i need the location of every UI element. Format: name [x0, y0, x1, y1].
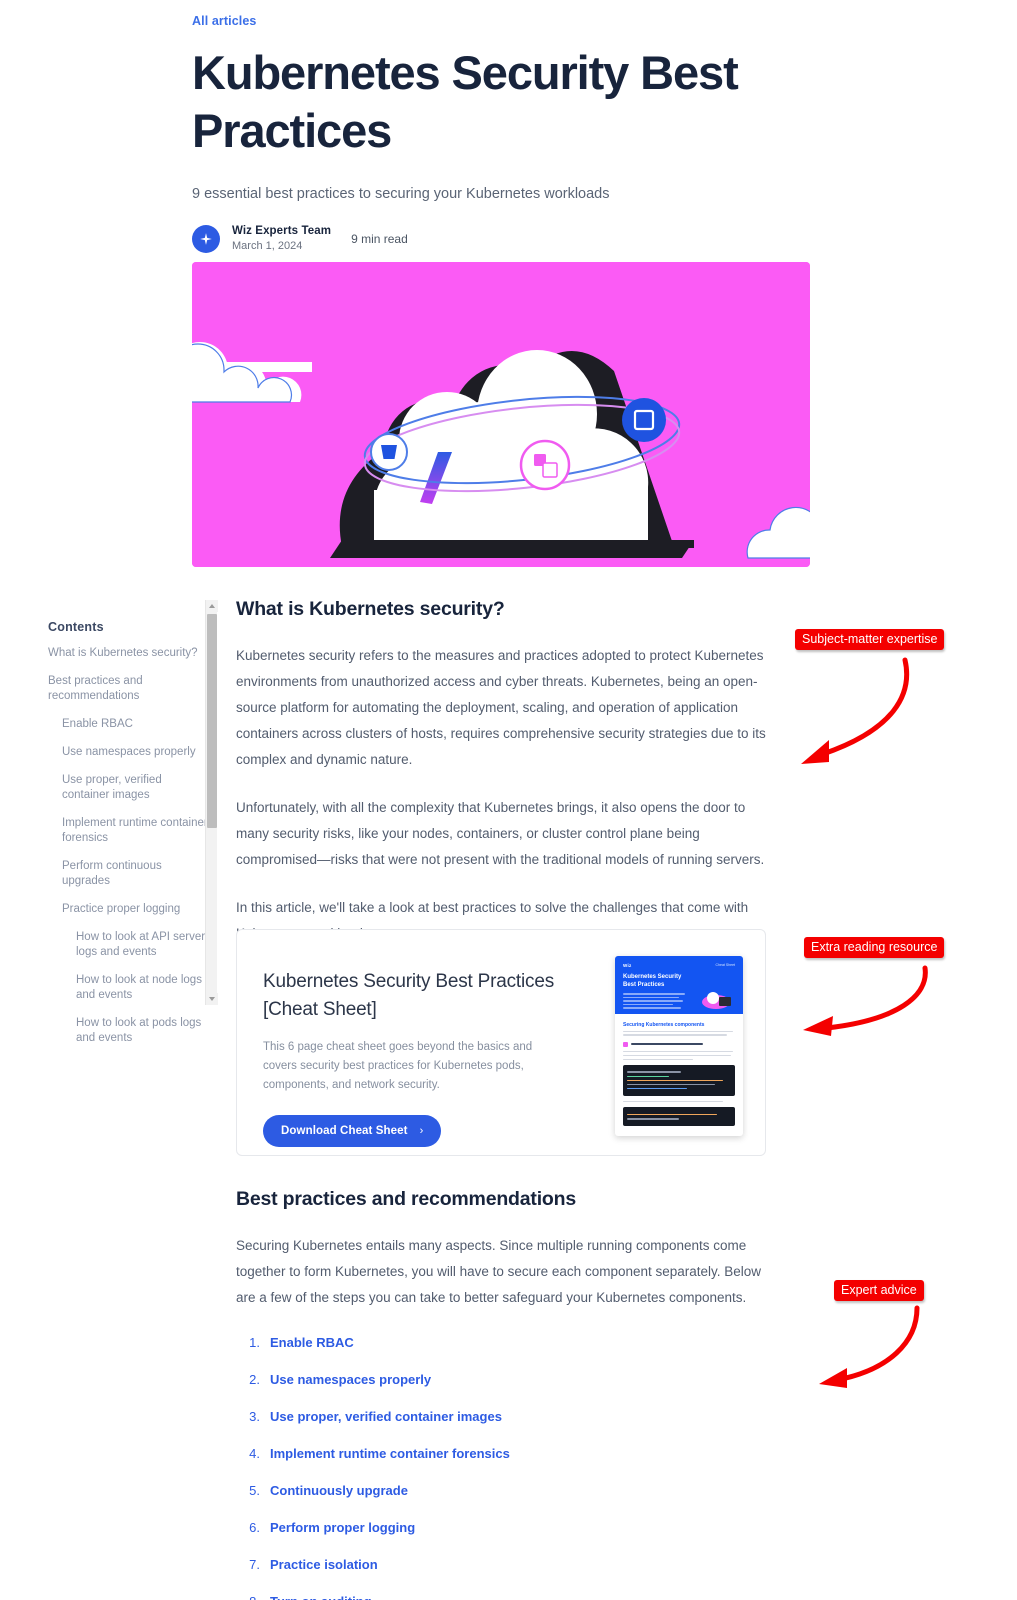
best-practice-link[interactable]: 7. Practice isolation [236, 1555, 766, 1574]
thumbnail-highlight-row [623, 1041, 735, 1047]
article-body-section-1: What is Kubernetes security? Kubernetes … [236, 598, 766, 969]
toc-scrollbar[interactable] [205, 600, 218, 1005]
list-number: 7. [249, 1557, 260, 1572]
thumbnail-tag: Cheat Sheet [715, 963, 735, 967]
article-page: All articles Kubernetes Security Best Pr… [0, 0, 1017, 1600]
list-label: Turn on auditing [270, 1592, 372, 1600]
publish-date: March 1, 2024 [232, 240, 303, 252]
thumbnail-title: Kubernetes Security Best Practices [623, 974, 682, 988]
list-number: 6. [249, 1520, 260, 1535]
download-cheat-sheet-button[interactable]: Download Cheat Sheet › [263, 1115, 442, 1147]
thumbnail-artwork [693, 986, 739, 1012]
annotation-extra-reading-resource: Extra reading resource [804, 937, 945, 958]
annotation-arrow-2 [803, 965, 928, 1036]
best-practice-link[interactable]: 3. Use proper, verified container images [236, 1407, 766, 1426]
article-header: All articles Kubernetes Security Best Pr… [192, 12, 812, 253]
best-practice-link[interactable]: 5. Continuously upgrade [236, 1481, 766, 1500]
highlight-square-icon [623, 1041, 628, 1047]
cloud-illustration [192, 262, 810, 567]
cheat-sheet-card[interactable]: Kubernetes Security Best Practices [Chea… [236, 929, 766, 1156]
orbit-node-layers-icon [519, 439, 571, 491]
list-label: Enable RBAC [270, 1335, 354, 1350]
paragraph: Securing Kubernetes entails many aspects… [236, 1238, 762, 1305]
article-body-section-2: Best practices and recommendations Secur… [236, 1188, 766, 1600]
annotation-expert-advice: Expert advice [834, 1280, 924, 1301]
toc-item[interactable]: How to look at API server logs and event… [48, 930, 208, 960]
best-practice-link[interactable]: 4. Implement runtime container forensics [236, 1444, 766, 1463]
toc-item[interactable]: Use proper, verified container images [48, 773, 208, 803]
scrollbar-thumb[interactable] [207, 614, 217, 828]
list-number: 4. [249, 1446, 260, 1461]
annotation-arrow-3 [819, 1305, 920, 1388]
toc-item[interactable]: Best practices and recommendations [48, 674, 208, 704]
annotation-arrow-1 [801, 657, 910, 764]
scroll-down-arrow-icon[interactable] [206, 993, 218, 1005]
toc-item[interactable]: Practice proper logging [48, 902, 208, 917]
download-button-label: Download Cheat Sheet [281, 1125, 408, 1137]
list-number: 1. [249, 1335, 260, 1350]
section-heading-best-practices: Best practices and recommendations [236, 1188, 576, 1210]
toc-item[interactable]: Implement runtime container forensics [48, 816, 208, 846]
scroll-up-arrow-icon[interactable] [206, 600, 218, 612]
breadcrumb-all-articles[interactable]: All articles [192, 14, 256, 28]
toc-heading: Contents [48, 620, 104, 634]
best-practice-link[interactable]: 8. Turn on auditing [236, 1592, 766, 1600]
list-number: 5. [249, 1483, 260, 1498]
cheat-sheet-thumbnail[interactable]: Wiz Cheat Sheet Kubernetes Security Best… [615, 956, 743, 1136]
paragraph: Unfortunately, with all the complexity t… [236, 800, 765, 867]
list-label: Continuously upgrade [270, 1483, 408, 1498]
cheat-sheet-content: Kubernetes Security Best Practices [Chea… [263, 968, 593, 1147]
read-time: 9 min read [351, 231, 408, 246]
list-label: Practice isolation [270, 1557, 378, 1572]
section-heading-what-is: What is Kubernetes security? [236, 598, 505, 620]
list-label: Use proper, verified container images [270, 1409, 502, 1424]
toc-item[interactable]: How to look at node logs and events [48, 973, 208, 1003]
list-label: Implement runtime container forensics [270, 1446, 510, 1461]
thumbnail-text-lines [623, 1050, 735, 1060]
toc-item[interactable]: Perform continuous upgrades [48, 859, 208, 889]
thumbnail-text-lines [623, 1100, 735, 1103]
thumbnail-code-block [623, 1107, 735, 1126]
annotation-subject-matter-expertise: Subject-matter expertise [795, 629, 945, 650]
toc-item[interactable]: Enable RBAC [48, 717, 208, 732]
thumbnail-header: Wiz Cheat Sheet Kubernetes Security Best… [615, 956, 743, 1014]
best-practice-link[interactable]: 6. Perform proper logging [236, 1518, 766, 1537]
highlight-text-bar [631, 1043, 703, 1046]
page-title: Kubernetes Security Best Practices [192, 46, 739, 157]
byline: Wiz Experts Team March 1, 2024 9 min rea… [192, 224, 812, 253]
list-label: Use namespaces properly [270, 1372, 432, 1387]
orbit-node-bucket-icon [370, 433, 408, 471]
toc-item[interactable]: Use namespaces properly [48, 745, 208, 760]
sparkle-icon [199, 232, 213, 246]
byline-text: Wiz Experts Team March 1, 2024 [232, 224, 331, 253]
thumbnail-section-heading: Securing Kubernetes components [623, 1022, 705, 1028]
article-subtitle: 9 essential best practices to securing y… [192, 186, 610, 202]
thumbnail-code-block [623, 1064, 735, 1096]
list-number: 2. [249, 1372, 260, 1387]
toc-item[interactable]: How to look at pods logs and events [48, 1016, 208, 1046]
toc-list: What is Kubernetes security? Best practic… [48, 646, 208, 1046]
thumbnail-text-lines [623, 1030, 735, 1036]
thumbnail-body: Securing Kubernetes components [615, 1014, 743, 1136]
best-practice-link[interactable]: 2. Use namespaces properly [236, 1370, 766, 1389]
best-practice-link[interactable]: 1. Enable RBAC [236, 1333, 766, 1352]
hero-image [192, 262, 810, 567]
avatar [192, 224, 220, 253]
best-practices-list: 1. Enable RBAC 2. Use namespaces properly 3.… [236, 1333, 766, 1600]
chevron-right-icon: › [419, 1125, 424, 1137]
toc-item[interactable]: What is Kubernetes security? [48, 646, 208, 661]
cheat-sheet-title: Kubernetes Security Best Practices [Chea… [263, 971, 555, 1020]
list-label: Perform proper logging [270, 1520, 416, 1535]
paragraph: Kubernetes security refers to the measur… [236, 648, 766, 767]
author-name: Wiz Experts Team [232, 225, 332, 237]
orbit-node-frame-icon [622, 398, 666, 442]
table-of-contents: Contents What is Kubernetes security? Bes… [48, 620, 208, 1059]
cheat-sheet-description: This 6 page cheat sheet goes beyond the … [263, 1041, 533, 1091]
list-number: 8. [236, 1592, 260, 1600]
list-number: 3. [249, 1409, 260, 1424]
